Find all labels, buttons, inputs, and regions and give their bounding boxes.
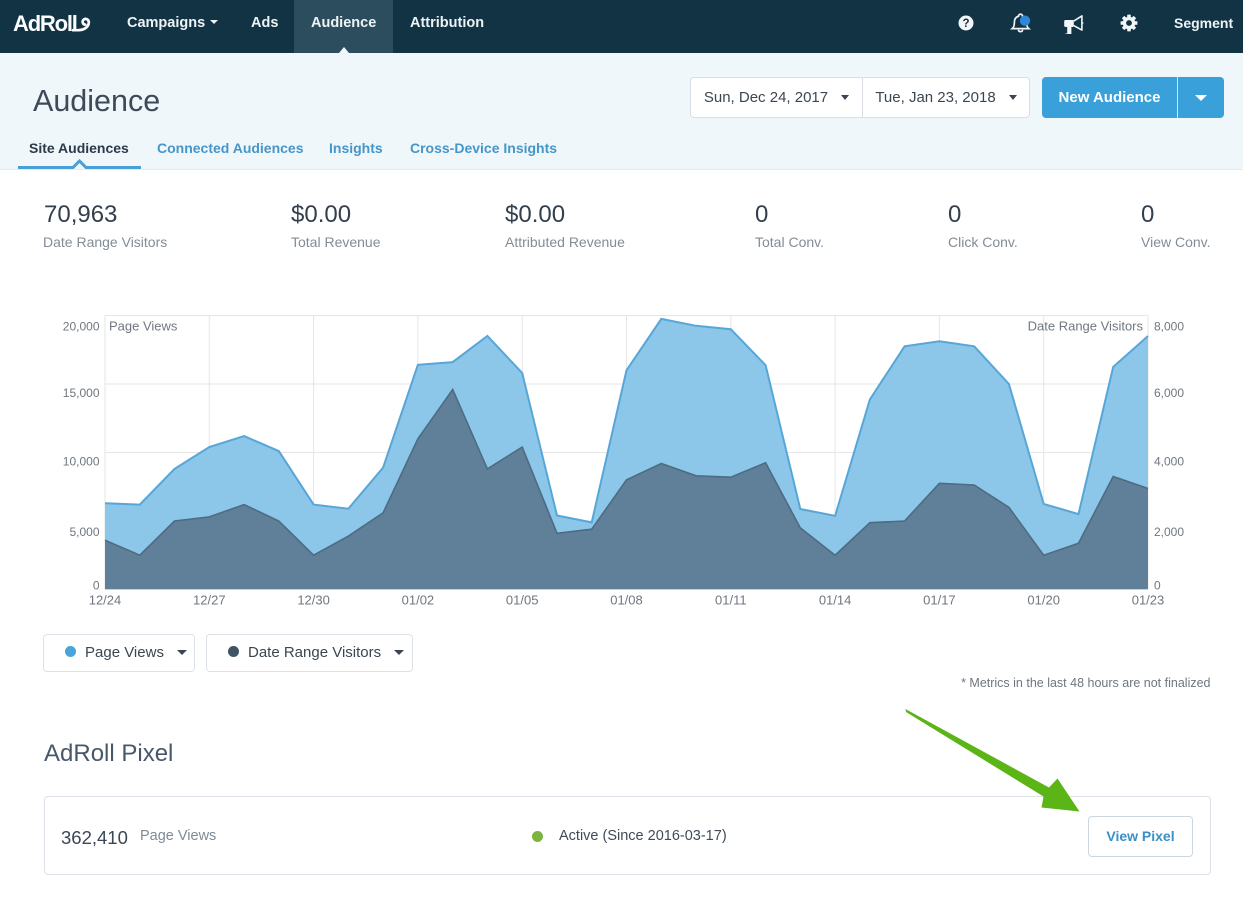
svg-text:Date Range Visitors: Date Range Visitors	[1028, 319, 1144, 334]
svg-text:8,000: 8,000	[1154, 320, 1184, 334]
svg-text:12/30: 12/30	[297, 593, 330, 608]
svg-text:15,000: 15,000	[63, 386, 100, 400]
svg-text:01/11: 01/11	[715, 593, 747, 608]
svg-text:6,000: 6,000	[1154, 386, 1184, 400]
svg-text:Page Views: Page Views	[109, 319, 178, 334]
svg-text:01/05: 01/05	[506, 593, 539, 608]
svg-text:01/14: 01/14	[819, 593, 852, 608]
svg-text:4,000: 4,000	[1154, 455, 1184, 469]
svg-text:01/02: 01/02	[402, 593, 435, 608]
svg-text:?: ?	[962, 18, 969, 30]
svg-text:12/27: 12/27	[193, 593, 226, 608]
svg-text:01/23: 01/23	[1132, 593, 1165, 608]
svg-text:20,000: 20,000	[63, 320, 100, 334]
svg-text:0: 0	[93, 579, 100, 593]
svg-text:2,000: 2,000	[1154, 525, 1184, 539]
svg-text:0: 0	[1154, 579, 1161, 593]
svg-text:01/20: 01/20	[1027, 593, 1060, 608]
svg-text:12/24: 12/24	[89, 593, 122, 608]
svg-text:AdRoll: AdRoll	[13, 11, 77, 36]
svg-text:01/08: 01/08	[610, 593, 643, 608]
svg-text:01/17: 01/17	[923, 593, 956, 608]
svg-text:5,000: 5,000	[69, 525, 99, 539]
svg-text:10,000: 10,000	[63, 455, 100, 469]
